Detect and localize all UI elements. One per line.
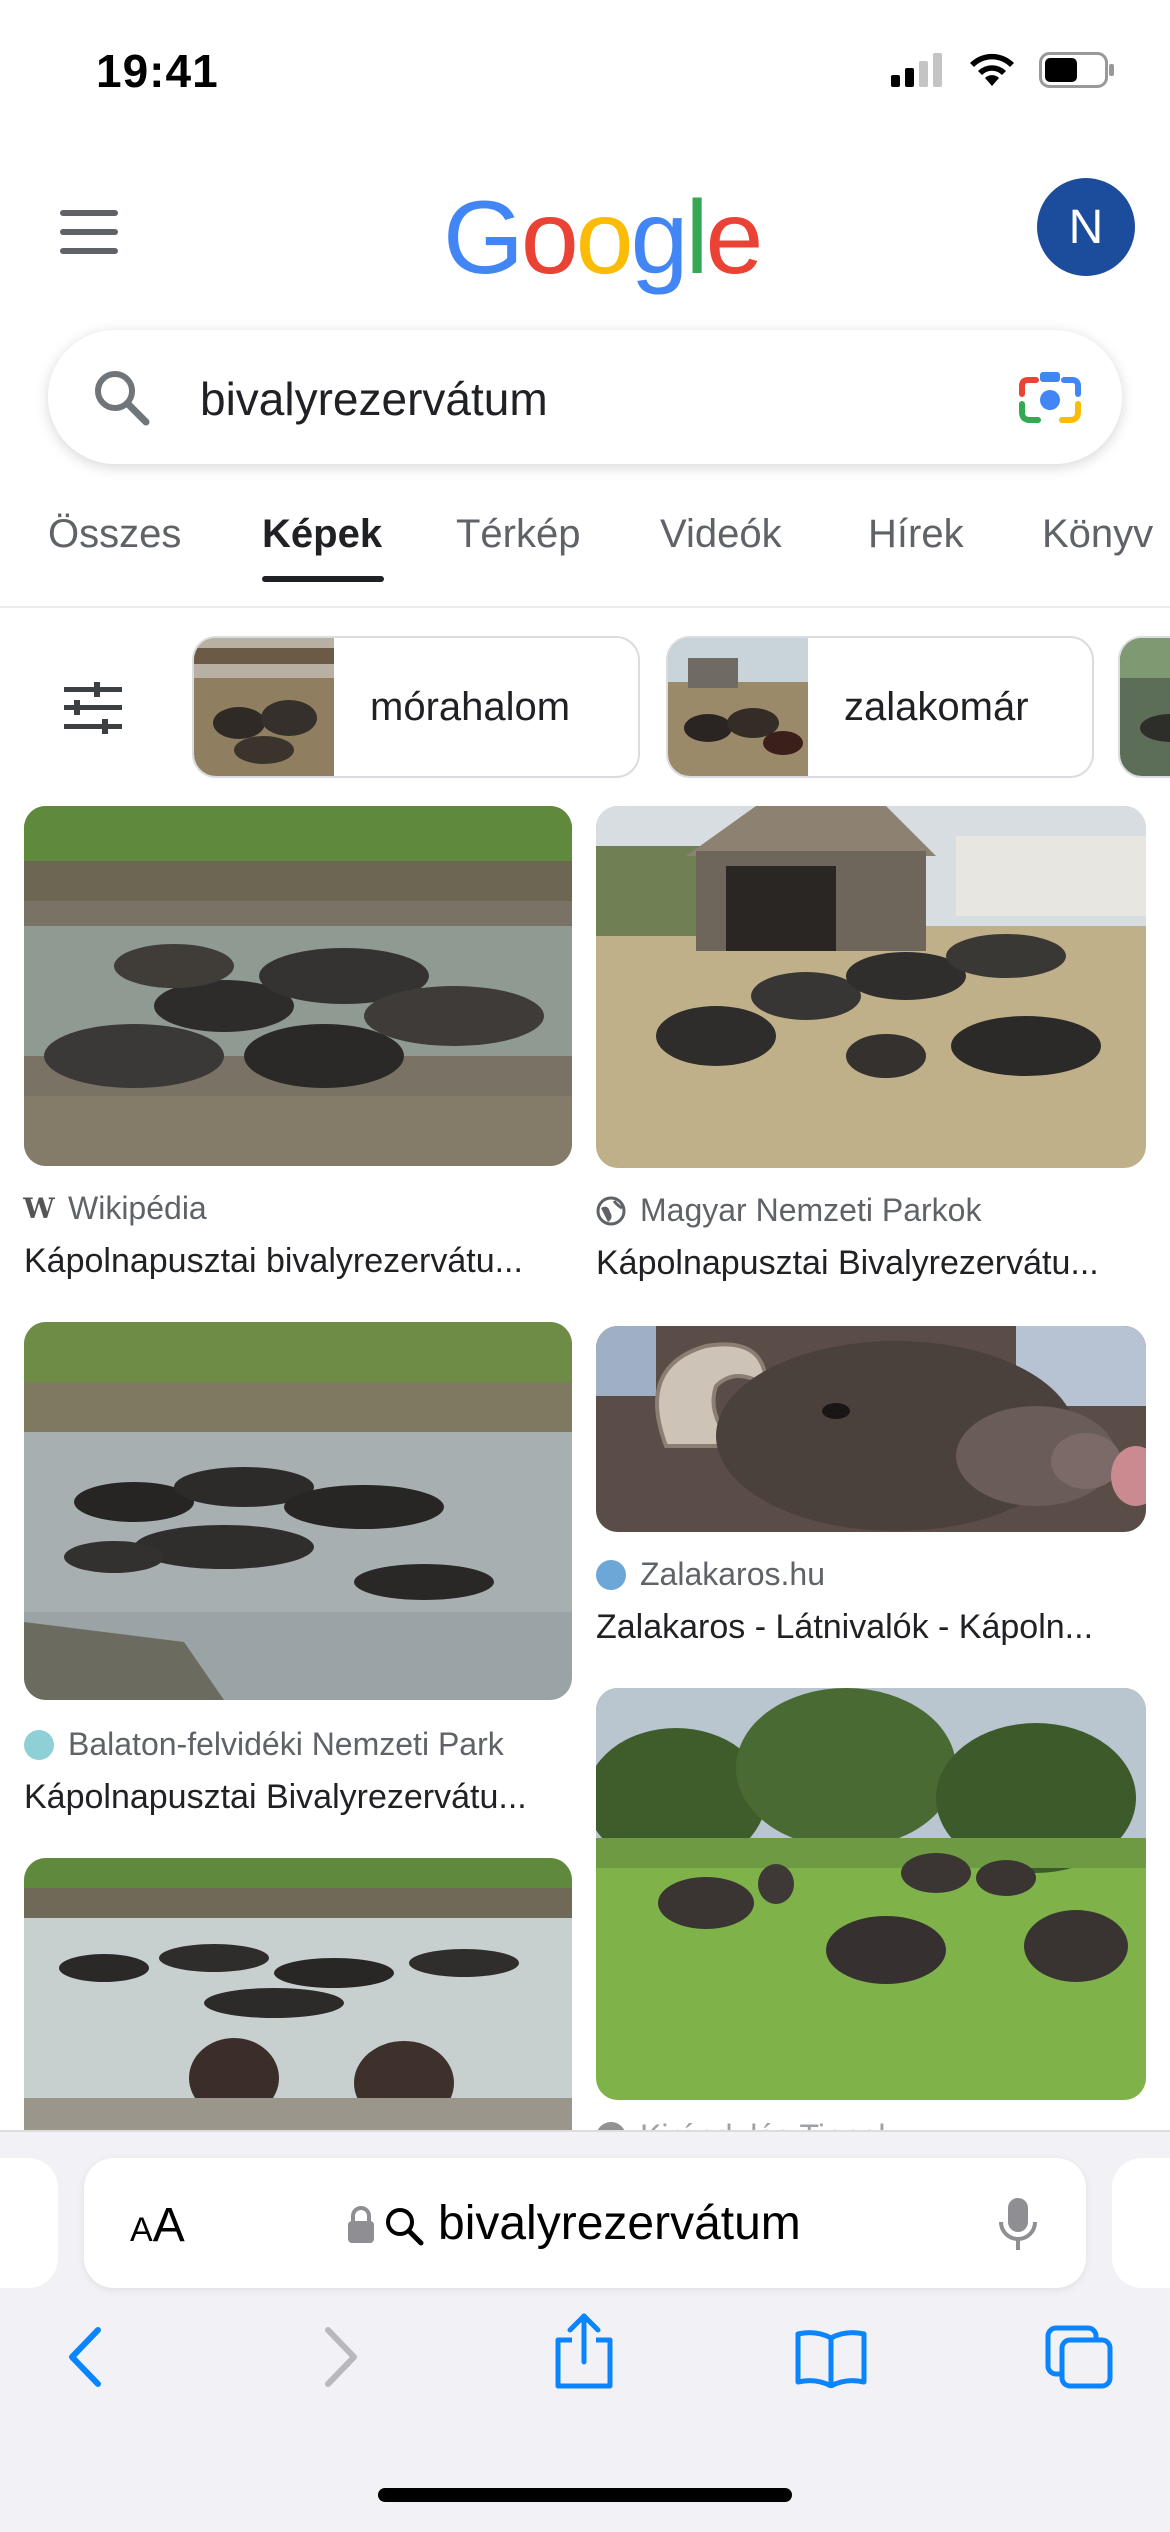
tab-images[interactable]: Képek	[262, 512, 382, 557]
chip-zalakomar[interactable]: zalakomár	[666, 636, 1094, 778]
result-image-zalakaros[interactable]	[596, 1326, 1146, 1532]
site-favicon-icon	[24, 1729, 54, 1760]
result-title[interactable]: Kápolnapusztai bivalyrezervátu...	[24, 1242, 572, 1281]
chip-thumbnail	[668, 638, 808, 776]
bookmarks-icon[interactable]	[794, 2328, 868, 2388]
share-icon[interactable]	[552, 2310, 616, 2390]
hamburger-menu-icon[interactable]	[60, 210, 118, 254]
buffalo-herd-barn-photo	[596, 806, 1146, 1168]
result-image-wikipedia[interactable]	[24, 806, 572, 1166]
result-image-magyar-nemzeti-parkok[interactable]	[596, 806, 1146, 1168]
google-header: Google N	[0, 170, 1170, 290]
result-image-buffalo-water[interactable]	[24, 1858, 572, 2130]
google-lens-camera-icon[interactable]	[1018, 366, 1082, 426]
buffalo-wallow-photo	[24, 1858, 572, 2130]
aa-large-label: A	[152, 2199, 185, 2252]
tab-all[interactable]: Összes	[48, 512, 181, 557]
chip-thumbnail	[1120, 638, 1170, 776]
result-source: Magyar Nemzeti Parkok	[596, 1192, 981, 1229]
globe-icon	[596, 1196, 626, 1225]
search-icon[interactable]	[92, 368, 150, 426]
wikipedia-icon: W	[23, 1192, 55, 1225]
chip-morahalom[interactable]: mórahalom	[192, 636, 640, 778]
result-source-label: Magyar Nemzeti Parkok	[640, 1192, 982, 1228]
lock-icon	[348, 2206, 374, 2243]
site-favicon-icon	[596, 1559, 626, 1590]
google-logo[interactable]: Google	[443, 186, 763, 290]
result-source: Zalakaros.hu	[596, 1556, 825, 1593]
tab-news[interactable]: Hírek	[868, 512, 964, 557]
chip-thumbnail	[194, 638, 334, 776]
active-tab-indicator	[262, 576, 384, 582]
next-tab-card[interactable]	[1112, 2158, 1170, 2288]
wifi-icon	[970, 53, 1014, 86]
safari-bottom-bar: AA bivalyrezervátum	[0, 2130, 1170, 2532]
previous-tab-card[interactable]	[0, 2158, 58, 2288]
battery-icon	[1039, 52, 1114, 88]
forward-arrow-icon[interactable]	[318, 2324, 364, 2390]
result-title[interactable]: Zalakaros - Látnivalók - Kápoln...	[596, 1608, 1146, 1647]
chip-label: mórahalom	[370, 684, 571, 729]
aa-small-label: A	[130, 2211, 153, 2249]
search-icon	[386, 2208, 424, 2246]
text-size-button[interactable]: AA	[130, 2198, 185, 2253]
cellular-signal-icon	[891, 53, 942, 87]
tab-books[interactable]: Könyv	[1042, 512, 1153, 557]
result-source-label: Balaton-felvidéki Nemzeti Park	[68, 1726, 504, 1762]
result-source: Balaton-felvidéki Nemzeti Park	[24, 1726, 504, 1763]
buffalo-closeup-photo	[596, 1326, 1146, 1532]
chip-label: zalakomár	[844, 684, 1029, 729]
account-avatar[interactable]: N	[1037, 178, 1135, 276]
buffalo-grazing-photo	[596, 1688, 1146, 2100]
water-buffalo-mud-photo	[24, 806, 572, 1166]
filter-tune-icon[interactable]	[64, 682, 122, 734]
tab-maps[interactable]: Térkép	[456, 512, 581, 557]
search-box[interactable]: bivalyrezervátum	[48, 330, 1122, 464]
result-title[interactable]: Kápolnapusztai Bivalyrezervátu...	[596, 1244, 1146, 1283]
result-source: W Wikipédia	[23, 1190, 207, 1227]
result-image-balaton-felvideki[interactable]	[24, 1322, 572, 1700]
buffalo-river-photo	[24, 1322, 572, 1700]
chip-partial[interactable]	[1118, 636, 1170, 778]
url-text[interactable]: bivalyrezervátum	[438, 2196, 801, 2251]
status-bar: 19:41	[0, 0, 1170, 140]
back-arrow-icon[interactable]	[62, 2324, 108, 2390]
microphone-icon[interactable]	[998, 2196, 1038, 2252]
status-icons	[891, 52, 1115, 88]
status-time: 19:41	[96, 45, 219, 97]
result-source-label: Wikipédia	[68, 1190, 207, 1226]
result-title[interactable]: Kápolnapusztai Bivalyrezervátu...	[24, 1778, 572, 1817]
tab-videos[interactable]: Videók	[660, 512, 782, 557]
search-tabs: Összes Képek Térkép Videók Hírek Könyv	[0, 500, 1170, 608]
address-bar[interactable]: AA bivalyrezervátum	[84, 2158, 1086, 2288]
search-query[interactable]: bivalyrezervátum	[200, 372, 548, 426]
home-indicator	[378, 2488, 792, 2502]
result-source-label: Zalakaros.hu	[640, 1556, 825, 1592]
result-image-buffalo-meadow[interactable]	[596, 1688, 1146, 2100]
related-chips: mórahalom zalakomár	[0, 636, 1170, 780]
tabs-icon[interactable]	[1044, 2324, 1114, 2390]
